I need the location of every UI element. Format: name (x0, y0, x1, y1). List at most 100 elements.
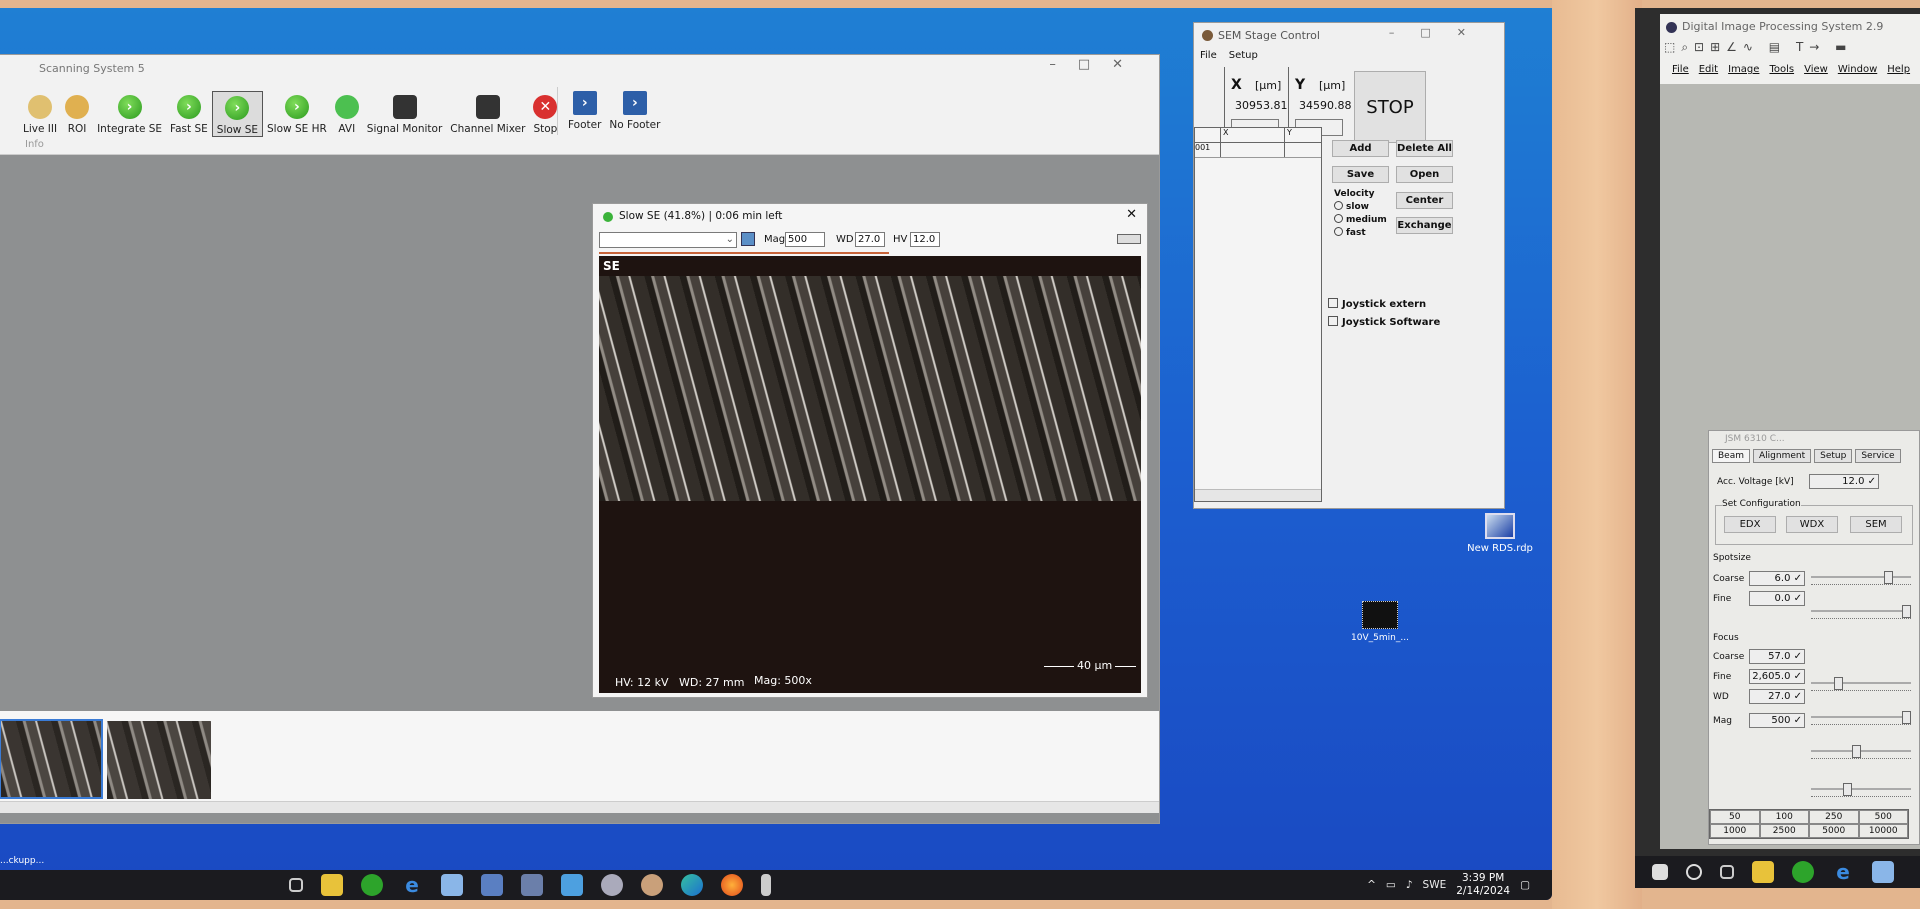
scanning-app-icon[interactable] (1792, 861, 1814, 883)
mag-preset-button[interactable]: 2500 (1759, 824, 1809, 838)
layout-icon[interactable] (1117, 234, 1141, 244)
tool-icon[interactable] (601, 874, 623, 896)
mag-preset-button[interactable]: 1000 (1710, 824, 1760, 838)
save-button[interactable]: Save (1332, 166, 1389, 183)
mag-preset-button[interactable]: 5000 (1809, 824, 1859, 838)
delete-all-button[interactable]: Delete All (1396, 140, 1453, 157)
table-row[interactable]: 001 (1195, 143, 1321, 158)
computer-icon[interactable] (1872, 861, 1894, 883)
toolbar-button-no-footer[interactable]: › No Footer (605, 87, 664, 135)
mag-preset-button[interactable]: 10000 (1858, 824, 1908, 838)
clock[interactable]: 3:39 PM 2/14/2024 (1456, 872, 1510, 898)
app-icon[interactable] (641, 874, 663, 896)
table-scrollbar[interactable] (1195, 489, 1321, 501)
window-controls[interactable]: –□✕ (1049, 57, 1145, 72)
focus-fine-slider[interactable] (1811, 711, 1911, 725)
toolbar-button-roi[interactable]: ROI (61, 91, 93, 135)
edge-legacy-icon[interactable]: e (401, 874, 423, 896)
tab-setup[interactable]: Setup (1814, 449, 1853, 463)
toolbar-button-channel-mixer[interactable]: Channel Mixer (446, 91, 529, 135)
spot-coarse-field[interactable]: 6.0 ✓ (1749, 571, 1805, 586)
menu-file[interactable]: File (1672, 64, 1689, 75)
menu-file[interactable]: File (1200, 50, 1217, 61)
add-button[interactable]: Add (1332, 140, 1389, 157)
wdx-button[interactable]: WDX (1786, 516, 1838, 533)
menu-help[interactable]: Help (1887, 64, 1910, 75)
focus-coarse-field[interactable]: 57.0 ✓ (1749, 649, 1805, 664)
mag-preset-button[interactable]: 250 (1809, 810, 1859, 824)
spot-fine-slider[interactable] (1811, 605, 1911, 619)
close-icon[interactable]: ✕ (1126, 207, 1137, 222)
toolbar-button-fast-se[interactable]: › Fast SE (166, 91, 212, 135)
window-controls[interactable]: –□✕ (1389, 26, 1492, 39)
menu-window[interactable]: Window (1838, 64, 1877, 75)
notification-icon[interactable]: ▢ (1520, 879, 1530, 891)
computer-icon[interactable] (441, 874, 463, 896)
sem-button[interactable]: SEM (1850, 516, 1902, 533)
search-icon[interactable] (1686, 864, 1702, 880)
wd-field[interactable]: 27.0 ✓ (1749, 689, 1805, 704)
scanning-app-icon[interactable] (361, 874, 383, 896)
toolbar-button-integrate-se[interactable]: › Integrate SE (93, 91, 166, 135)
file-explorer-icon[interactable] (1752, 861, 1774, 883)
mag-field[interactable]: 500 ✓ (1749, 713, 1805, 728)
mag-preset-button[interactable]: 50 (1710, 810, 1760, 824)
focus-fine-field[interactable]: 2,605.0 ✓ (1749, 669, 1805, 684)
tab-service[interactable]: Service (1855, 449, 1901, 463)
toolbar-button-live-iii[interactable]: Live III (19, 91, 61, 135)
mail-icon[interactable] (561, 874, 583, 896)
edge-icon[interactable] (681, 874, 703, 896)
preset-dropdown[interactable]: ⌄ (599, 232, 737, 248)
tray-chevron-icon[interactable]: ^ (1367, 879, 1376, 891)
windows-start-icon[interactable] (1652, 864, 1668, 880)
thumbnail-2[interactable] (107, 721, 211, 799)
tab-alignment[interactable]: Alignment (1753, 449, 1812, 463)
hv-field[interactable]: 12.0 (910, 232, 940, 247)
toolbar-button-slow-se-hr[interactable]: › Slow SE HR (263, 91, 331, 135)
firefox-icon[interactable] (721, 874, 743, 896)
menu-image[interactable]: Image (1728, 64, 1759, 75)
focus-coarse-slider[interactable] (1811, 677, 1911, 691)
velocity-radio-slow[interactable]: slow (1334, 201, 1387, 212)
edx-button[interactable]: EDX (1724, 516, 1776, 533)
toolbar-button-signal-monitor[interactable]: Signal Monitor (363, 91, 447, 135)
file-explorer-icon[interactable] (321, 874, 343, 896)
task-view-icon[interactable] (289, 878, 303, 892)
dips-tool-palette[interactable]: ⬚⌕⊡⊞∠∿ ▤ T→ ▬ (1664, 40, 1920, 56)
stop-button[interactable]: STOP (1354, 71, 1426, 143)
acc-voltage-field[interactable]: 12.0 ✓ (1809, 474, 1879, 489)
edit-icon[interactable] (741, 232, 755, 246)
joystick-software-checkbox[interactable]: Joystick Software (1328, 316, 1440, 328)
calculator-icon[interactable] (521, 874, 543, 896)
language-indicator[interactable]: SWE (1423, 879, 1447, 891)
menu-setup[interactable]: Setup (1229, 50, 1258, 61)
wd-field[interactable]: 27.0 (855, 232, 885, 247)
menu-tools[interactable]: Tools (1769, 64, 1794, 75)
mag-slider[interactable] (1811, 783, 1911, 797)
velocity-radio-medium[interactable]: medium (1334, 214, 1387, 225)
thumbnail-1[interactable] (0, 719, 103, 799)
toolbar-button-avi[interactable]: AVI (331, 91, 363, 135)
desktop-icon-image-file[interactable]: 10V_5min_... (1345, 601, 1415, 643)
exchange-button[interactable]: Exchange (1396, 217, 1453, 234)
spot-fine-field[interactable]: 0.0 ✓ (1749, 591, 1805, 606)
network-icon[interactable]: ▭ (1386, 879, 1396, 891)
velocity-radio-fast[interactable]: fast (1334, 227, 1387, 238)
tab-beam[interactable]: Beam (1712, 449, 1750, 463)
toolbar-button-slow-se[interactable]: › Slow SE (211, 91, 264, 137)
mag-preset-button[interactable]: 100 (1759, 810, 1809, 824)
menu-view[interactable]: View (1804, 64, 1828, 75)
thermometer-icon[interactable] (761, 874, 771, 896)
remote-icon[interactable] (481, 874, 503, 896)
mag-preset-button[interactable]: 500 (1858, 810, 1908, 824)
horizontal-scrollbar[interactable] (0, 801, 1159, 813)
center-button[interactable]: Center (1396, 192, 1453, 209)
mag-field[interactable]: 500 (785, 232, 825, 247)
desktop-icon-new-rds[interactable]: New RDS.rdp (1465, 513, 1535, 554)
wd-slider[interactable] (1811, 745, 1911, 759)
joystick-extern-checkbox[interactable]: Joystick extern (1328, 298, 1426, 310)
edge-legacy-icon[interactable]: e (1832, 861, 1854, 883)
menu-edit[interactable]: Edit (1699, 64, 1718, 75)
toolbar-button-footer[interactable]: › Footer (564, 87, 605, 135)
task-view-icon[interactable] (1720, 865, 1734, 879)
